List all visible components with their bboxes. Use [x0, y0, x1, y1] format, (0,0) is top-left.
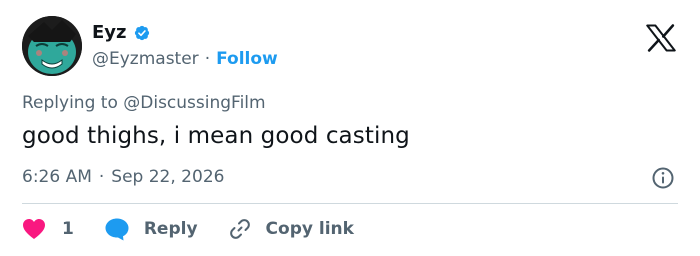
x-logo-icon[interactable] [646, 24, 676, 52]
name-row: Eyz [92, 22, 152, 43]
reply-button[interactable]: Reply [104, 217, 198, 241]
display-name[interactable]: Eyz [92, 22, 127, 43]
info-icon[interactable] [651, 166, 675, 190]
separator-dot: · [204, 49, 211, 69]
like-count: 1 [62, 219, 74, 239]
replying-mention[interactable]: @DiscussingFilm [123, 93, 265, 113]
copy-link-button[interactable]: Copy link [228, 217, 354, 241]
tweet-text: good thighs, i mean good casting [22, 123, 410, 149]
verified-badge-icon [132, 23, 152, 43]
tweet-time[interactable]: 6:26 AM [22, 167, 92, 187]
tweet-date[interactable]: Sep 22, 2026 [111, 167, 224, 187]
copy-link-label: Copy link [265, 219, 354, 239]
timestamp[interactable]: 6:26 AM · Sep 22, 2026 [22, 167, 224, 187]
replying-to: Replying to @DiscussingFilm [22, 93, 266, 113]
avatar-image [22, 16, 82, 76]
link-icon [229, 219, 250, 239]
follow-button[interactable]: Follow [216, 49, 278, 69]
timestamp-separator: · [98, 167, 105, 187]
like-button[interactable]: 1 [22, 218, 74, 240]
avatar[interactable] [22, 16, 82, 76]
action-bar: 1 Reply Copy link [22, 214, 354, 244]
tweet-card: Eyz @Eyzmaster · Follow Replying to @Dis… [0, 0, 700, 256]
heart-icon [23, 219, 45, 239]
handle[interactable]: @Eyzmaster [92, 49, 199, 69]
replying-prefix: Replying to [22, 93, 118, 113]
reply-bubble-icon [105, 218, 129, 241]
reply-label: Reply [143, 219, 198, 239]
divider [22, 203, 678, 204]
handle-row: @Eyzmaster · Follow [92, 49, 278, 69]
